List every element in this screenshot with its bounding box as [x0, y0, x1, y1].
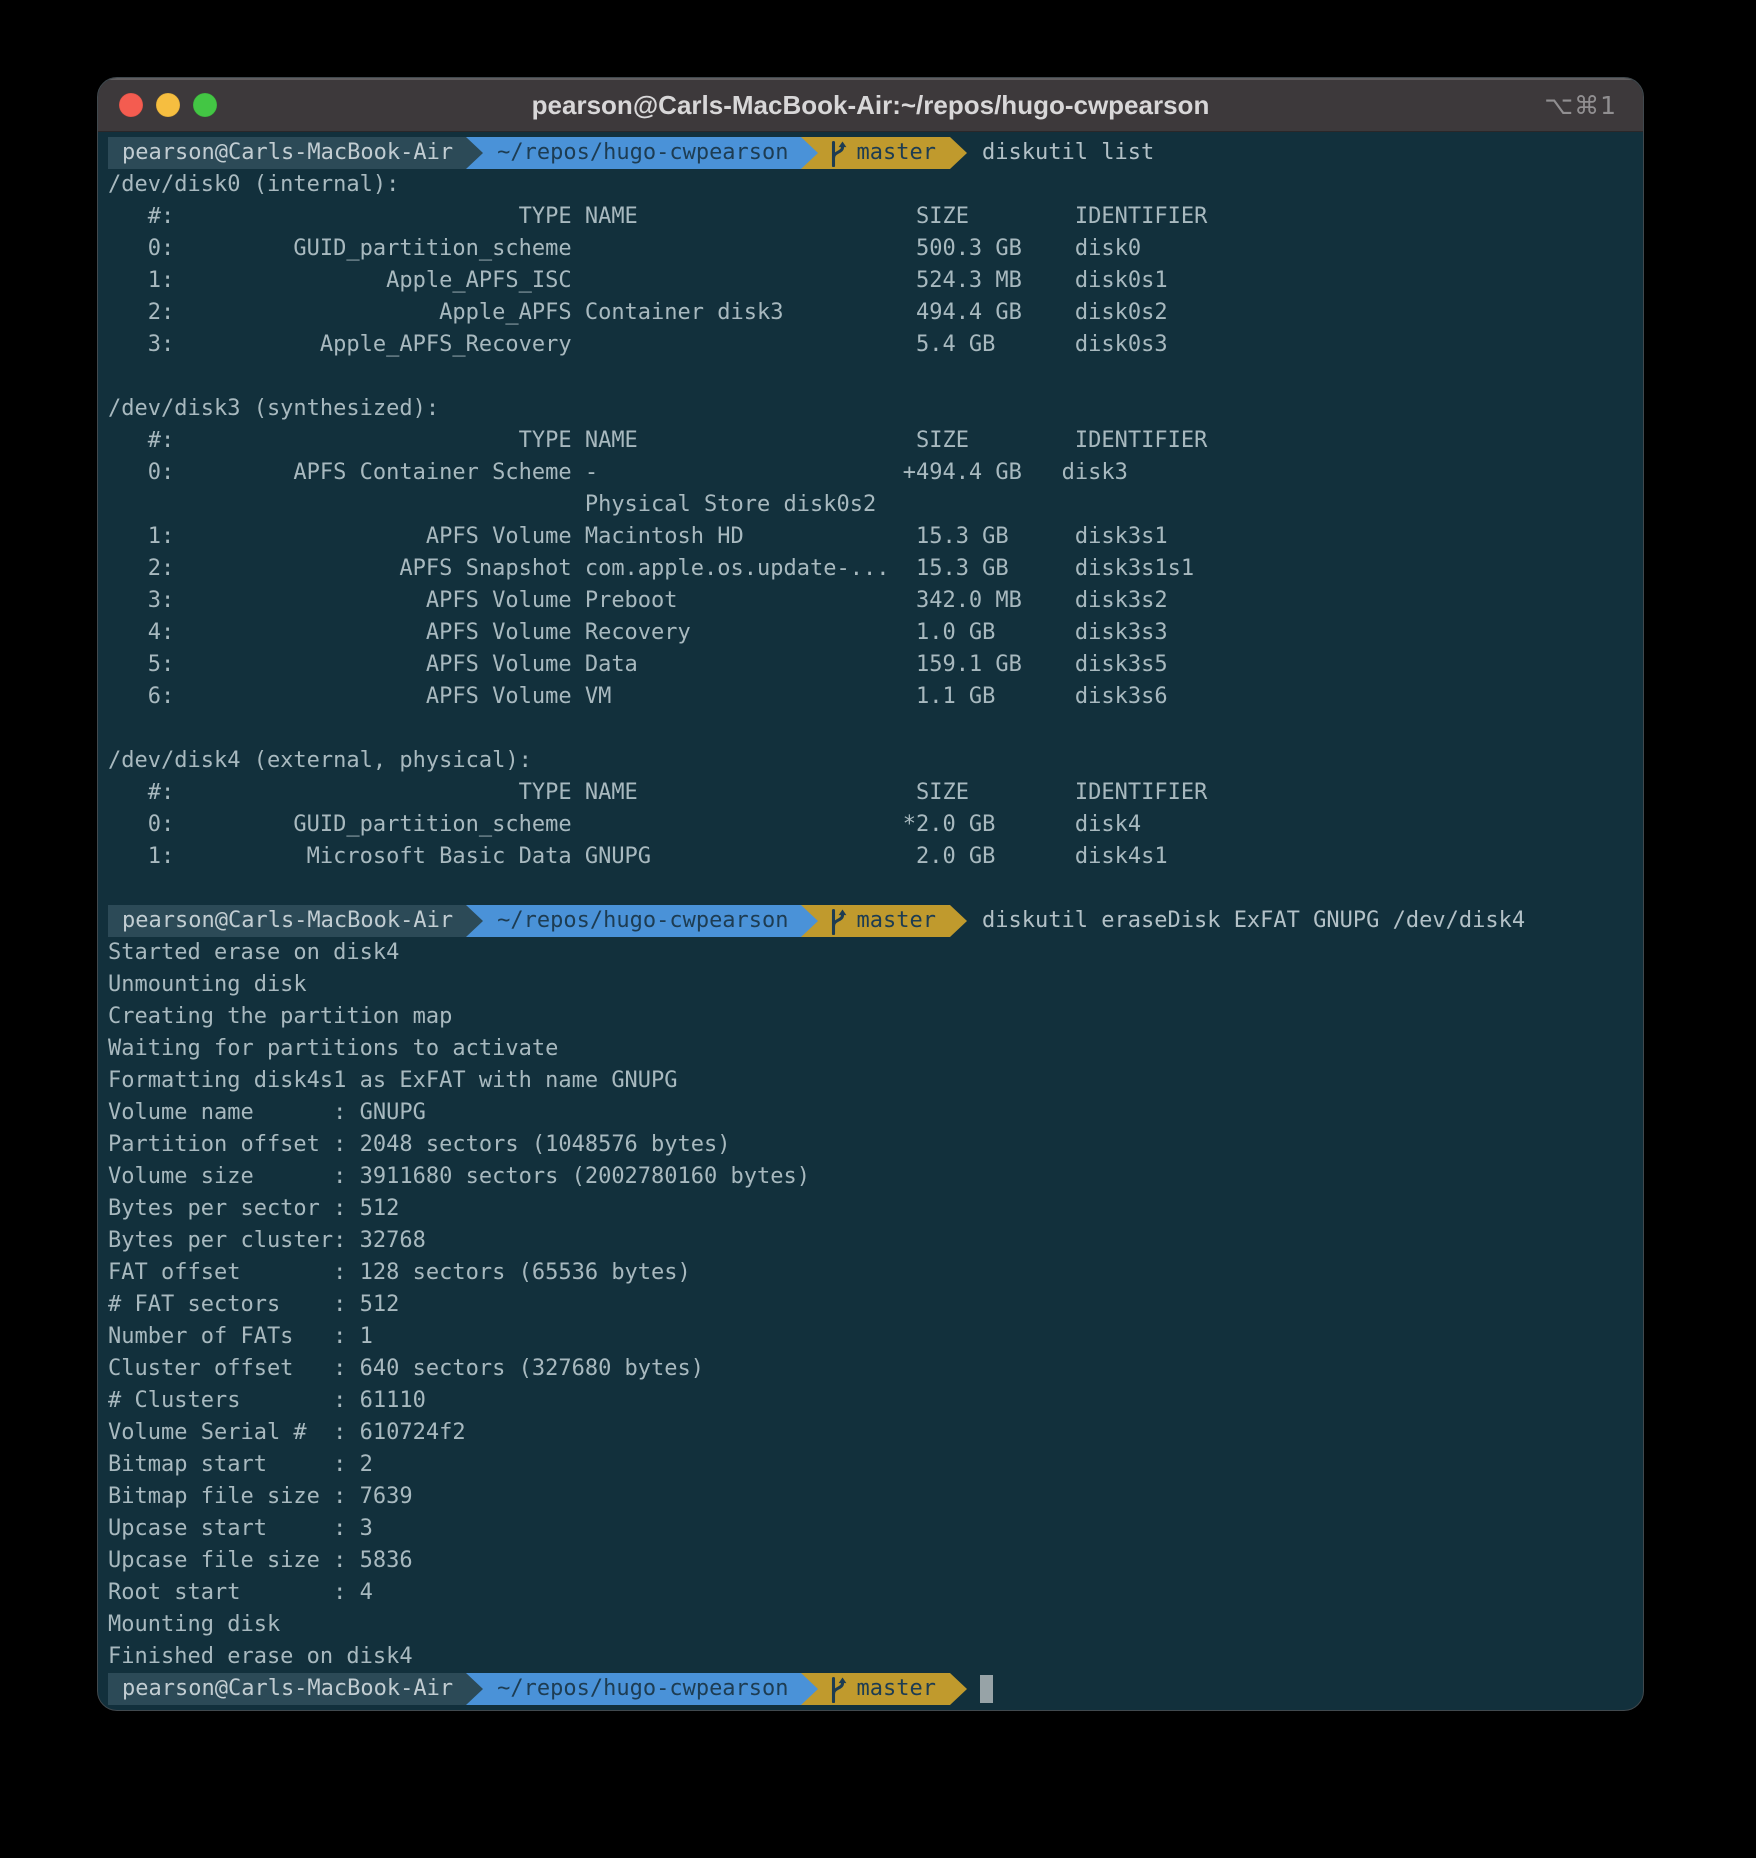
- powerline-arrow-icon: [801, 905, 818, 937]
- output-line: # Clusters : 61110: [108, 1385, 1643, 1417]
- prompt-directory: ~/repos/hugo-cwpearson: [483, 1673, 800, 1705]
- output-line: Upcase file size : 5836: [108, 1545, 1643, 1577]
- git-branch-icon: [828, 140, 848, 167]
- output-line: 1: Apple_APFS_ISC 524.3 MB disk0s1: [108, 265, 1643, 297]
- prompt-line: pearson@Carls-MacBook-Air ~/repos/hugo-cw…: [108, 137, 1643, 169]
- output-line: Upcase start : 3: [108, 1513, 1643, 1545]
- output-line: 0: GUID_partition_scheme *2.0 GB disk4: [108, 809, 1643, 841]
- output-line: Physical Store disk0s2: [108, 489, 1643, 521]
- output-line: 2: APFS Snapshot com.apple.os.update-...…: [108, 553, 1643, 585]
- output-line: Volume Serial # : 610724f2: [108, 1417, 1643, 1449]
- output-line: 6: APFS Volume VM 1.1 GB disk3s6: [108, 681, 1643, 713]
- output-line: /dev/disk0 (internal):: [108, 169, 1643, 201]
- powerline-arrow-icon: [950, 905, 967, 937]
- powerline-arrow-icon: [801, 1673, 818, 1705]
- title-bar[interactable]: pearson@Carls-MacBook-Air:~/repos/hugo-c…: [98, 78, 1643, 132]
- output-line: 3: APFS Volume Preboot 342.0 MB disk3s2: [108, 585, 1643, 617]
- git-branch-name: master: [857, 1673, 936, 1705]
- output-line: Bitmap start : 2: [108, 1449, 1643, 1481]
- prompt-directory: ~/repos/hugo-cwpearson: [483, 905, 800, 937]
- output-line: Formatting disk4s1 as ExFAT with name GN…: [108, 1065, 1643, 1097]
- output-line: Waiting for partitions to activate: [108, 1033, 1643, 1065]
- output-line: 0: GUID_partition_scheme 500.3 GB disk0: [108, 233, 1643, 265]
- command-text: diskutil eraseDisk ExFAT GNUPG /dev/disk…: [982, 905, 1525, 937]
- output-line: Volume size : 3911680 sectors (200278016…: [108, 1161, 1643, 1193]
- output-line: Partition offset : 2048 sectors (1048576…: [108, 1129, 1643, 1161]
- git-branch-name: master: [857, 905, 936, 937]
- powerline-arrow-icon: [466, 1673, 483, 1705]
- prompt-directory-label: ~/repos/hugo-cwpearson: [497, 905, 788, 937]
- powerline-arrow-icon: [466, 905, 483, 937]
- output-line: Mounting disk: [108, 1609, 1643, 1641]
- prompt-user-host: pearson@Carls-MacBook-Air: [108, 137, 466, 169]
- window-shortcut-badge: ⌥⌘1: [1544, 78, 1617, 132]
- powerline-arrow-icon: [950, 137, 967, 169]
- git-branch-icon: [828, 908, 848, 935]
- prompt-line: pearson@Carls-MacBook-Air ~/repos/hugo-cw…: [108, 1673, 1643, 1705]
- prompt-directory-label: ~/repos/hugo-cwpearson: [497, 137, 788, 169]
- terminal-output-area[interactable]: pearson@Carls-MacBook-Air ~/repos/hugo-cw…: [98, 132, 1643, 1705]
- output-line: 1: Microsoft Basic Data GNUPG 2.0 GB dis…: [108, 841, 1643, 873]
- terminal-window: pearson@Carls-MacBook-Air:~/repos/hugo-c…: [97, 77, 1644, 1711]
- output-line: Bitmap file size : 7639: [108, 1481, 1643, 1513]
- output-line: Number of FATs : 1: [108, 1321, 1643, 1353]
- output-line: Volume name : GNUPG: [108, 1097, 1643, 1129]
- output-line: Bytes per cluster: 32768: [108, 1225, 1643, 1257]
- git-branch-name: master: [857, 137, 936, 169]
- git-branch-icon: [828, 1676, 848, 1703]
- powerline-arrow-icon: [950, 1673, 967, 1705]
- output-line: Finished erase on disk4: [108, 1641, 1643, 1673]
- output-line: [108, 361, 1643, 393]
- prompt-git-branch: master: [818, 905, 950, 937]
- output-line: 2: Apple_APFS Container disk3 494.4 GB d…: [108, 297, 1643, 329]
- output-line: 1: APFS Volume Macintosh HD 15.3 GB disk…: [108, 521, 1643, 553]
- output-line: Unmounting disk: [108, 969, 1643, 1001]
- prompt-git-branch: master: [818, 137, 950, 169]
- prompt-user-host: pearson@Carls-MacBook-Air: [108, 905, 466, 937]
- prompt-user-host-label: pearson@Carls-MacBook-Air: [122, 137, 453, 169]
- output-line: # FAT sectors : 512: [108, 1289, 1643, 1321]
- output-line: FAT offset : 128 sectors (65536 bytes): [108, 1257, 1643, 1289]
- prompt-user-host-label: pearson@Carls-MacBook-Air: [122, 905, 453, 937]
- prompt-line: pearson@Carls-MacBook-Air ~/repos/hugo-cw…: [108, 905, 1643, 937]
- output-line: [108, 873, 1643, 905]
- output-line: 3: Apple_APFS_Recovery 5.4 GB disk0s3: [108, 329, 1643, 361]
- output-line: Creating the partition map: [108, 1001, 1643, 1033]
- powerline-arrow-icon: [801, 137, 818, 169]
- prompt-user-host: pearson@Carls-MacBook-Air: [108, 1673, 466, 1705]
- output-line: #: TYPE NAME SIZE IDENTIFIER: [108, 777, 1643, 809]
- powerline-arrow-icon: [466, 137, 483, 169]
- prompt-git-branch: master: [818, 1673, 950, 1705]
- output-line: 0: APFS Container Scheme - +494.4 GB dis…: [108, 457, 1643, 489]
- prompt-directory: ~/repos/hugo-cwpearson: [483, 137, 800, 169]
- prompt-user-host-label: pearson@Carls-MacBook-Air: [122, 1673, 453, 1705]
- output-line: #: TYPE NAME SIZE IDENTIFIER: [108, 425, 1643, 457]
- output-line: [108, 713, 1643, 745]
- output-line: Cluster offset : 640 sectors (327680 byt…: [108, 1353, 1643, 1385]
- command-text: diskutil list: [982, 137, 1154, 169]
- output-line: /dev/disk4 (external, physical):: [108, 745, 1643, 777]
- terminal-cursor: [980, 1675, 993, 1703]
- output-line: Started erase on disk4: [108, 937, 1643, 969]
- output-line: 4: APFS Volume Recovery 1.0 GB disk3s3: [108, 617, 1643, 649]
- output-line: #: TYPE NAME SIZE IDENTIFIER: [108, 201, 1643, 233]
- window-title: pearson@Carls-MacBook-Air:~/repos/hugo-c…: [98, 90, 1643, 121]
- output-line: 5: APFS Volume Data 159.1 GB disk3s5: [108, 649, 1643, 681]
- output-line: /dev/disk3 (synthesized):: [108, 393, 1643, 425]
- output-line: Root start : 4: [108, 1577, 1643, 1609]
- output-line: Bytes per sector : 512: [108, 1193, 1643, 1225]
- prompt-directory-label: ~/repos/hugo-cwpearson: [497, 1673, 788, 1705]
